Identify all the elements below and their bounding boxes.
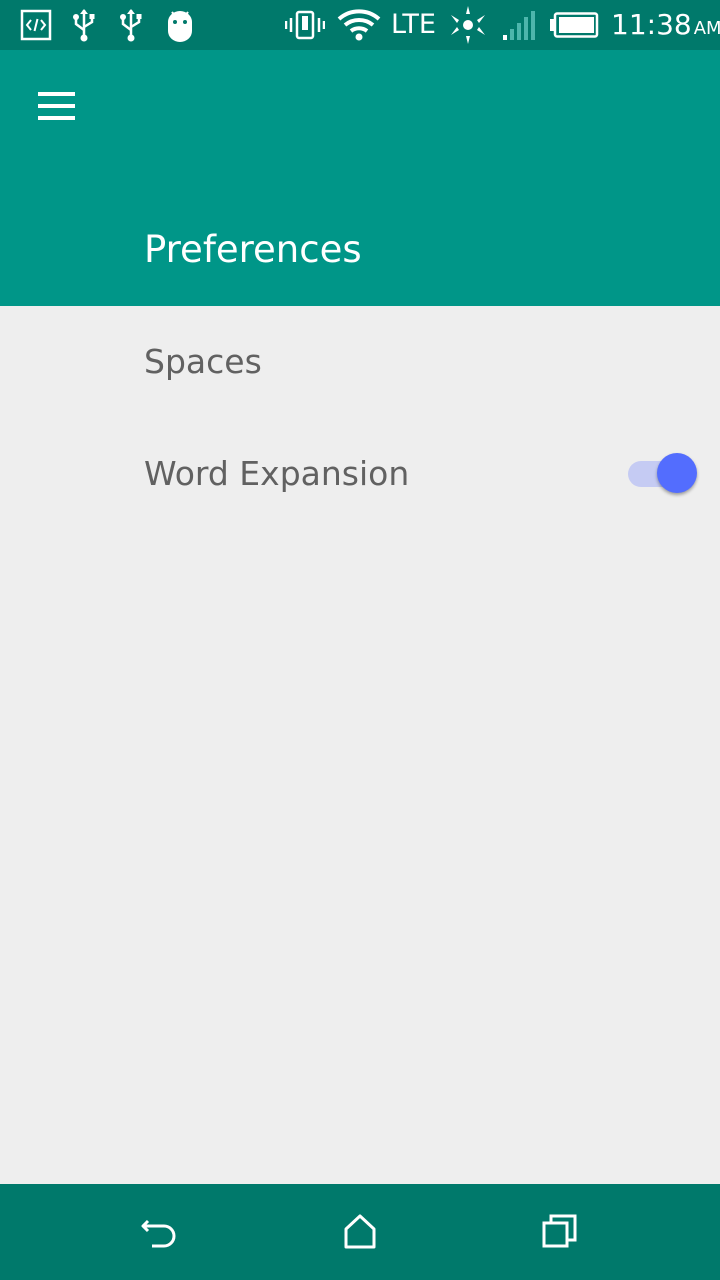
android-icon bbox=[164, 5, 196, 45]
clock: 11:38 AM bbox=[611, 8, 720, 41]
data-activity-icon bbox=[447, 5, 489, 45]
pref-item-spaces[interactable]: Spaces bbox=[0, 306, 720, 418]
developer-mode-icon bbox=[18, 5, 54, 45]
cell-signal-icon bbox=[501, 5, 539, 45]
page-title: Preferences bbox=[144, 228, 362, 271]
system-nav-bar bbox=[0, 1184, 720, 1280]
home-icon[interactable] bbox=[330, 1204, 390, 1260]
menu-bar-top bbox=[38, 92, 75, 96]
vibrate-icon bbox=[284, 5, 326, 45]
usb-icon bbox=[68, 5, 100, 45]
hamburger-menu-icon[interactable] bbox=[22, 78, 90, 134]
clock-ampm: AM bbox=[693, 18, 720, 39]
usb-icon bbox=[115, 5, 147, 45]
pref-label-spaces: Spaces bbox=[144, 342, 262, 381]
app-bar: Preferences bbox=[0, 50, 720, 306]
network-type-label: LTE bbox=[391, 9, 436, 40]
wifi-icon bbox=[336, 5, 382, 45]
status-bar: LTE 11:38 AM bbox=[0, 0, 720, 50]
clock-time: 11:38 bbox=[611, 8, 692, 41]
recents-icon[interactable] bbox=[530, 1204, 590, 1260]
menu-bar-middle bbox=[38, 104, 75, 108]
pref-item-word-expansion[interactable]: Word Expansion bbox=[0, 418, 720, 530]
battery-icon bbox=[548, 5, 600, 45]
back-icon[interactable] bbox=[130, 1204, 190, 1260]
pref-label-word-expansion: Word Expansion bbox=[144, 454, 410, 493]
word-expansion-toggle[interactable] bbox=[627, 452, 699, 496]
toggle-thumb bbox=[657, 453, 697, 493]
menu-bar-bottom bbox=[38, 116, 75, 120]
